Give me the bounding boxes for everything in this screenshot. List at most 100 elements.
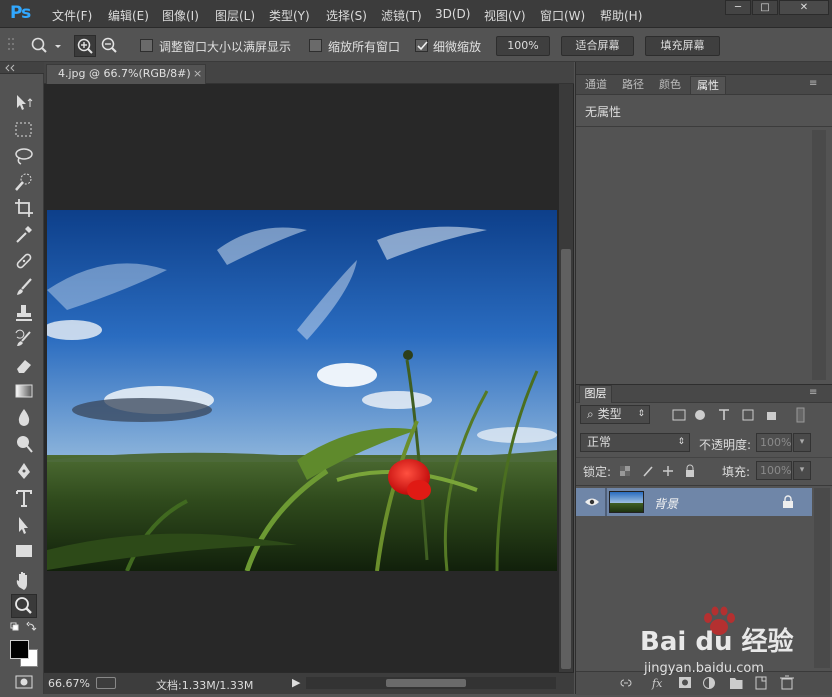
layers-list-divider bbox=[576, 485, 832, 486]
tab-color[interactable]: 颜色 bbox=[652, 76, 688, 94]
fit-screen-button[interactable]: 适合屏幕 bbox=[561, 36, 634, 56]
status-menu-arrow[interactable]: ▶ bbox=[292, 676, 300, 689]
zoom-all-checkbox[interactable] bbox=[309, 39, 322, 52]
menu-image[interactable]: 图像(I) bbox=[162, 7, 199, 24]
blur-tool-icon[interactable] bbox=[13, 406, 35, 428]
gradient-tool-icon[interactable] bbox=[13, 380, 35, 402]
lock-label: 锁定: bbox=[583, 465, 612, 479]
status-bar: 66.67% 文档:1.33M/1.33M ▶ bbox=[44, 672, 574, 694]
panel-menu-icon[interactable]: ≡ bbox=[809, 78, 817, 89]
image-canvas[interactable] bbox=[47, 210, 557, 571]
blend-mode-value: 正常 bbox=[587, 435, 612, 449]
rectangle-tool-icon[interactable] bbox=[13, 540, 35, 562]
eye-icon[interactable] bbox=[584, 496, 600, 508]
quick-mask-icon[interactable] bbox=[14, 674, 34, 690]
baidu-url-text: jingyan.baidu.com bbox=[644, 661, 764, 676]
print-size-icon[interactable] bbox=[96, 677, 116, 689]
document-size-info: 文档:1.33M/1.33M bbox=[156, 679, 254, 692]
zoom-100-button[interactable]: 100% bbox=[496, 36, 550, 56]
blend-mode-select[interactable]: 正常 ⇕ bbox=[580, 433, 690, 452]
minimize-button[interactable]: ─ bbox=[725, 0, 751, 15]
layer-filter-select[interactable]: ⌕ 类型 ⇕ bbox=[580, 405, 650, 424]
brush-tool-icon[interactable] bbox=[13, 276, 35, 298]
vertical-scroll-thumb[interactable] bbox=[561, 249, 571, 669]
layer-row-separator bbox=[605, 488, 607, 516]
type-tool-icon[interactable] bbox=[13, 487, 35, 509]
hand-tool-icon[interactable] bbox=[13, 569, 35, 591]
zoom-in-icon bbox=[77, 38, 93, 54]
layer-filter-icons bbox=[672, 407, 805, 423]
lock-icon bbox=[783, 495, 793, 508]
fill-dropdown-button[interactable]: ▾ bbox=[793, 461, 811, 480]
menu-help[interactable]: 帮助(H) bbox=[600, 7, 642, 24]
layers-menu-icon[interactable]: ≡ bbox=[809, 387, 817, 398]
menu-window[interactable]: 窗口(W) bbox=[540, 7, 585, 24]
menu-3d[interactable]: 3D(D) bbox=[435, 7, 470, 21]
zoom-in-button[interactable] bbox=[74, 35, 96, 57]
scrubby-zoom-label: 细微缩放 bbox=[433, 40, 482, 54]
document-tab-close-icon[interactable]: × bbox=[193, 65, 202, 83]
filter-kind-label: 类型 bbox=[597, 407, 622, 421]
menu-view[interactable]: 视图(V) bbox=[484, 7, 526, 24]
menu-layer[interactable]: 图层(L) bbox=[215, 7, 255, 24]
tab-channels[interactable]: 通道 bbox=[578, 76, 614, 94]
opacity-input[interactable]: 100% bbox=[756, 433, 792, 452]
menu-edit[interactable]: 编辑(E) bbox=[108, 7, 149, 24]
document-tab-title: 4.jpg @ 66.7%(RGB/8#) bbox=[58, 67, 191, 80]
menu-file[interactable]: 文件(F) bbox=[52, 7, 92, 24]
foreground-color-swatch[interactable] bbox=[10, 640, 29, 659]
clone-stamp-tool-icon[interactable] bbox=[13, 302, 35, 324]
dodge-tool-icon[interactable] bbox=[13, 433, 35, 455]
zoom-out-button[interactable] bbox=[99, 35, 121, 57]
tab-properties[interactable]: 属性 bbox=[690, 76, 726, 94]
maximize-button[interactable]: □ bbox=[752, 0, 778, 15]
history-brush-tool-icon[interactable] bbox=[13, 328, 35, 350]
fill-input[interactable]: 100% bbox=[756, 461, 792, 480]
layer-name[interactable]: 背景 bbox=[654, 495, 678, 512]
panel-dock-header[interactable] bbox=[576, 62, 832, 75]
zoom-level[interactable]: 66.67% bbox=[48, 677, 90, 690]
document-tab[interactable]: 4.jpg @ 66.7%(RGB/8#) × bbox=[46, 64, 206, 84]
healing-brush-tool-icon[interactable] bbox=[13, 250, 35, 272]
properties-scrollbar[interactable] bbox=[812, 130, 826, 380]
swap-colors-icon[interactable] bbox=[9, 621, 39, 633]
scrubby-zoom-checkbox[interactable] bbox=[415, 39, 428, 52]
menu-filter[interactable]: 滤镜(T) bbox=[381, 7, 422, 24]
marquee-tool-icon[interactable] bbox=[13, 119, 35, 141]
horizontal-scrollbar[interactable] bbox=[306, 677, 556, 689]
layer-row-background[interactable]: 背景 bbox=[576, 488, 812, 516]
opacity-dropdown-button[interactable]: ▾ bbox=[793, 433, 811, 452]
chevron-updown-icon: ⇕ bbox=[677, 437, 685, 447]
chevron-updown-icon: ⇕ bbox=[637, 409, 645, 419]
toolbar-header[interactable] bbox=[0, 62, 44, 74]
horizontal-scroll-thumb[interactable] bbox=[386, 679, 466, 687]
resize-windows-checkbox[interactable] bbox=[140, 39, 153, 52]
eraser-tool-icon[interactable] bbox=[13, 354, 35, 376]
zoom-tool-icon bbox=[15, 597, 32, 614]
tab-layers[interactable]: 图层 bbox=[579, 385, 612, 403]
lasso-tool-icon[interactable] bbox=[13, 145, 35, 167]
zoom-tool-button[interactable] bbox=[11, 594, 37, 618]
pen-tool-icon[interactable] bbox=[13, 460, 35, 482]
eyedropper-tool-icon[interactable] bbox=[13, 223, 35, 245]
lock-options[interactable] bbox=[618, 463, 698, 479]
menu-type[interactable]: 类型(Y) bbox=[269, 7, 310, 24]
tab-paths[interactable]: 路径 bbox=[615, 76, 651, 94]
opacity-label: 不透明度: bbox=[699, 438, 752, 452]
crop-tool-icon[interactable] bbox=[13, 197, 35, 219]
options-bar: 调整窗口大小以满屏显示 缩放所有窗口 细微缩放 100% 适合屏幕 填充屏幕 bbox=[0, 29, 832, 62]
vertical-scrollbar[interactable] bbox=[559, 84, 573, 674]
search-icon: ⌕ bbox=[587, 407, 594, 421]
quick-selection-tool-icon[interactable] bbox=[13, 171, 35, 193]
zoom-tool-preset-icon[interactable] bbox=[29, 36, 63, 56]
move-tool-icon[interactable] bbox=[13, 92, 35, 114]
baidu-watermark: Bai du 经验 jingyan.baidu.com bbox=[640, 605, 830, 690]
grip-icon bbox=[8, 38, 14, 50]
collapse-icon bbox=[5, 64, 15, 72]
close-button[interactable]: ✕ bbox=[779, 0, 829, 15]
tools-panel bbox=[0, 62, 44, 694]
menu-select[interactable]: 选择(S) bbox=[326, 7, 367, 24]
path-selection-tool-icon[interactable] bbox=[13, 514, 35, 536]
fill-screen-button[interactable]: 填充屏幕 bbox=[645, 36, 720, 56]
properties-divider bbox=[576, 126, 832, 127]
